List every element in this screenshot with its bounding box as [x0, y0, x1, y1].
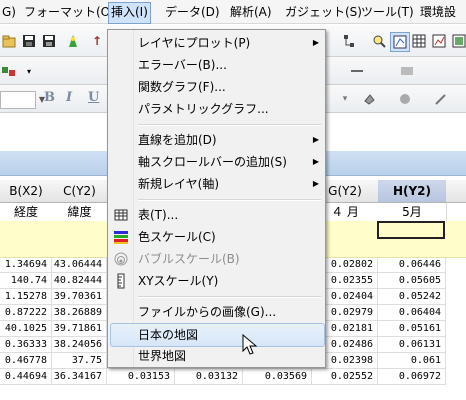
table-cell[interactable]: 0.44694	[0, 369, 52, 385]
matrix-icon[interactable]	[450, 32, 466, 50]
menu-data[interactable]: データ(D)	[163, 3, 222, 21]
column-header-c[interactable]: C(Y2)	[52, 180, 108, 203]
submenu-arrow-icon: ▶	[312, 135, 319, 144]
mouse-cursor-icon	[242, 334, 258, 355]
menu-separator	[138, 199, 321, 201]
table-cell[interactable]: 37.75	[52, 353, 107, 369]
bold-button[interactable]: B	[44, 90, 55, 105]
toolbar-misc-icon[interactable]: ↑	[88, 32, 106, 50]
menu-preferences[interactable]: 環境設	[418, 3, 458, 21]
menu-insert[interactable]: 挿入(I)	[108, 2, 151, 24]
table-cell[interactable]: 0.36333	[0, 337, 52, 353]
table-cell[interactable]: 1.15278	[0, 289, 52, 305]
column-header-b[interactable]: B(X2)	[0, 180, 53, 203]
table-cell[interactable]: 140.74	[0, 273, 52, 289]
insert-menu: レイヤにプロット(P) ▶ エラーバー(B)... 関数グラフ(F)... パラメ…	[107, 29, 326, 368]
table-cell[interactable]: 0.03569	[243, 369, 312, 385]
font-name-combo[interactable]	[0, 91, 36, 109]
menu-item-xy-scale[interactable]: XYスケール(Y)	[110, 270, 323, 292]
long-name-h[interactable]: 5月	[378, 203, 447, 222]
italic-button[interactable]: I	[66, 90, 72, 105]
table-cell[interactable]: 0.05161	[378, 321, 446, 337]
menu-separator	[138, 296, 321, 298]
worksheet-icon[interactable]	[410, 32, 428, 50]
menu-item-bubble-scale[interactable]: バブルスケール(B)	[110, 248, 323, 270]
table-cell[interactable]: 0.46778	[0, 353, 52, 369]
submenu-arrow-icon: ▶	[312, 179, 319, 188]
menu-item-world-map[interactable]: 世界地図	[110, 345, 323, 367]
table-cell[interactable]: 38.26889	[52, 305, 107, 321]
menu-item-add-axis-scrollbar[interactable]: 軸スクロールバーの追加(S) ▶	[110, 151, 323, 173]
table-cell[interactable]: 0.87222	[0, 305, 52, 321]
dropdown-arrow-icon[interactable]: ▾	[20, 62, 38, 80]
zoom-icon[interactable]	[370, 32, 388, 50]
menu-format[interactable]: フォーマット(O)	[22, 3, 117, 21]
table-cell[interactable]: 40.1025	[0, 321, 52, 337]
long-name-c[interactable]: 緯度	[52, 203, 108, 222]
line-style-icon[interactable]	[348, 62, 366, 80]
pen-icon[interactable]	[432, 90, 450, 108]
menubar: G) フォーマット(O) 挿入(I) データ(D) 解析(A) ガジェット(S)…	[0, 0, 466, 24]
layout-icon[interactable]	[340, 32, 358, 50]
table-cell[interactable]: 40.82444	[52, 273, 107, 289]
menu-separator	[138, 124, 321, 126]
table-cell[interactable]: 39.71861	[52, 321, 107, 337]
open-icon[interactable]	[0, 32, 18, 50]
menu-item-japan-map[interactable]: 日本の地図	[110, 323, 325, 347]
units-row[interactable]	[0, 221, 108, 240]
table-cell[interactable]: 0.061	[378, 353, 446, 369]
table-cell[interactable]: 0.03153	[107, 369, 175, 385]
table-cell[interactable]: 0.02552	[312, 369, 378, 385]
menu-item-parametric-graph[interactable]: パラメトリックグラフ...	[110, 98, 323, 120]
pattern-fill-icon[interactable]	[396, 90, 414, 108]
menu-item-plot-into-layer[interactable]: レイヤにプロット(P) ▶	[110, 32, 323, 54]
save-icon[interactable]	[20, 32, 38, 50]
column-header-h[interactable]: H(Y2)	[378, 180, 447, 203]
graph-icon[interactable]	[430, 32, 448, 50]
table-cell[interactable]: 0.06446	[378, 257, 446, 273]
xy-scale-icon	[117, 273, 125, 289]
menu-item-add-straight-line[interactable]: 直線を追加(D) ▶	[110, 129, 323, 151]
selected-cell[interactable]	[377, 221, 445, 239]
comments-row[interactable]	[0, 239, 108, 258]
menu-item-function-graph[interactable]: 関数グラフ(F)...	[110, 76, 323, 98]
menu-item-table[interactable]: 表(T)...	[110, 204, 323, 226]
save-template-icon[interactable]	[40, 32, 58, 50]
run-icon[interactable]	[64, 32, 82, 50]
table-cell[interactable]: 0.03132	[175, 369, 243, 385]
column-header-next[interactable]	[446, 180, 466, 203]
menu-gadget[interactable]: ガジェット(S)	[283, 3, 364, 21]
data-reader-icon[interactable]	[390, 32, 410, 52]
menu-analysis[interactable]: 解析(A)	[228, 3, 274, 21]
table-cell[interactable]: 1.34694	[0, 257, 52, 273]
table-cell[interactable]: 0.06972	[378, 369, 446, 385]
table-icon	[114, 209, 128, 221]
fill-color-icon[interactable]	[360, 90, 378, 108]
table-cell[interactable]: 36.34167	[52, 369, 107, 385]
table-cell[interactable]: 0.06404	[378, 305, 446, 321]
pattern-icon[interactable]	[398, 62, 416, 80]
menu-graph[interactable]: G)	[0, 3, 18, 21]
color-scale-icon	[114, 231, 128, 244]
submenu-arrow-icon: ▶	[312, 38, 319, 47]
table-cell[interactable]: 0.05242	[378, 289, 446, 305]
long-name-b[interactable]: 経度	[0, 203, 53, 222]
table-cell[interactable]: 38.24056	[52, 337, 107, 353]
table-cell[interactable]: 43.06444	[52, 257, 107, 273]
menu-item-error-bar[interactable]: エラーバー(B)...	[110, 54, 323, 76]
comments-row[interactable]	[312, 239, 466, 258]
table-cell[interactable]: 0.05605	[378, 273, 446, 289]
menu-item-color-scale[interactable]: 色スケール(C)	[110, 226, 323, 248]
submenu-arrow-icon: ▶	[312, 157, 319, 166]
project-icon[interactable]	[0, 62, 18, 80]
bubble-scale-icon	[114, 252, 128, 266]
menu-tools[interactable]: ツール(T)	[359, 3, 416, 21]
table-cell[interactable]: 0.06131	[378, 337, 446, 353]
menu-item-image-from-file[interactable]: ファイルからの画像(G)...	[110, 301, 323, 323]
underline-button[interactable]: U	[88, 90, 99, 105]
combo-arrow-icon[interactable]: ▾	[336, 90, 354, 108]
menu-item-new-layer[interactable]: 新規レイヤ(軸) ▶	[110, 173, 323, 195]
table-cell[interactable]: 39.70361	[52, 289, 107, 305]
